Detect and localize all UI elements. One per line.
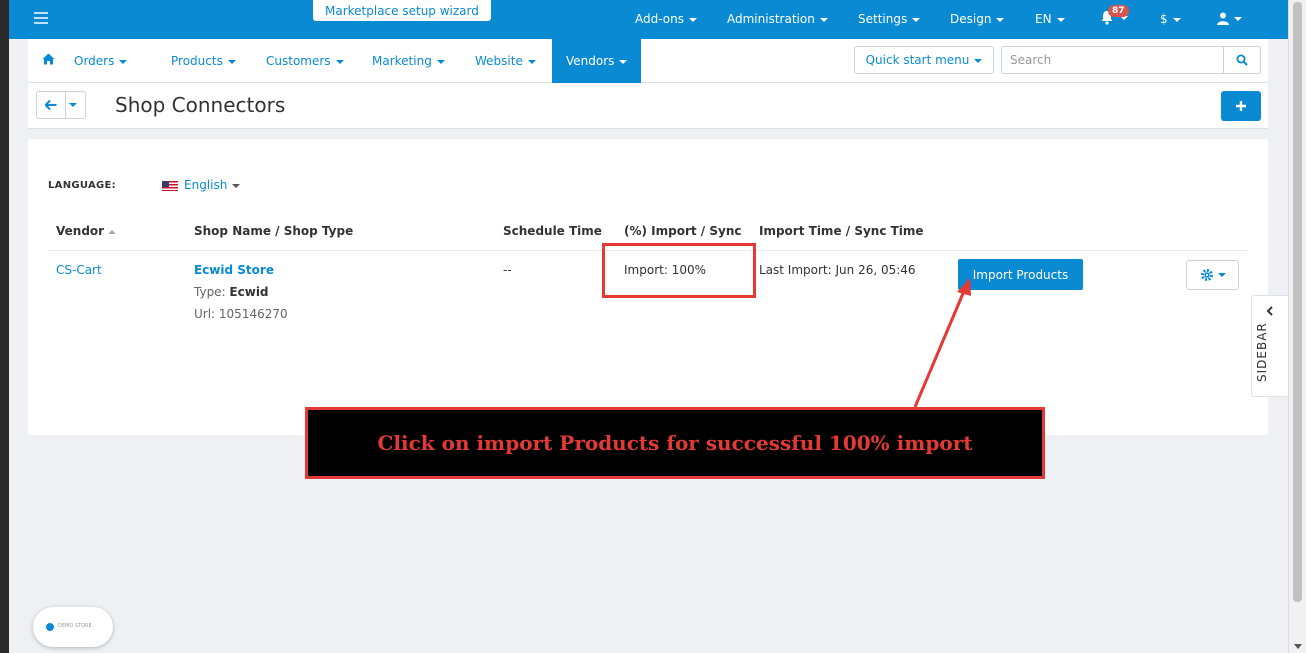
addons-label: Add-ons (635, 12, 684, 26)
language-value: English (184, 178, 228, 192)
vendor-header-label: Vendor (56, 224, 105, 238)
shop-url: Url: 105146270 (194, 307, 288, 321)
currency-menu[interactable]: $ (1160, 12, 1181, 26)
home-link[interactable] (42, 53, 55, 68)
add-button[interactable] (1221, 91, 1261, 121)
website-label: Website (475, 54, 523, 68)
back-button-group[interactable] (36, 91, 86, 119)
column-header-import-sync: (%) Import / Sync (624, 224, 742, 238)
chevron-down-icon (335, 59, 344, 64)
nav-website[interactable]: Website (475, 54, 536, 68)
plus-icon (1236, 101, 1246, 111)
shop-name-link[interactable]: Ecwid Store (194, 263, 274, 277)
chevron-down-icon (1234, 16, 1242, 21)
sort-asc-icon (108, 229, 117, 234)
highlight-box (602, 243, 756, 298)
page-title: Shop Connectors (115, 93, 286, 117)
chevron-down-icon (1056, 17, 1065, 22)
chevron-left-icon (1266, 306, 1273, 316)
import-products-button[interactable]: Import Products (958, 259, 1083, 290)
notification-count-badge: 87 (1108, 5, 1129, 17)
design-label: Design (950, 12, 992, 26)
orders-label: Orders (74, 54, 115, 68)
search-input[interactable] (1001, 46, 1223, 74)
currency-label: $ (1160, 12, 1168, 26)
language-menu[interactable]: EN (1035, 12, 1065, 26)
menu-icon[interactable] (34, 12, 48, 26)
quick-start-menu-button[interactable]: Quick start menu (854, 46, 994, 74)
language-code: EN (1035, 12, 1052, 26)
left-edge (0, 0, 9, 653)
sidebar-label: SIDEBAR (1255, 322, 1269, 382)
design-menu[interactable]: Design (950, 12, 1005, 26)
nav-marketing[interactable]: Marketing (372, 54, 445, 68)
search-button[interactable] (1223, 46, 1261, 74)
chevron-down-icon (1218, 273, 1226, 277)
customers-label: Customers (266, 54, 331, 68)
addons-menu[interactable]: Add-ons (635, 12, 697, 26)
main-nav: Orders Products Customers Marketing Webs… (28, 39, 1268, 83)
column-header-time: Import Time / Sync Time (759, 224, 924, 238)
column-header-schedule: Schedule Time (503, 224, 602, 238)
language-label: LANGUAGE: (48, 180, 116, 191)
instruction-callout: Click on import Products for successful … (305, 407, 1045, 479)
demo-store-label: DEMO STORE (58, 623, 92, 629)
search-icon (1236, 54, 1248, 66)
row-actions-button[interactable] (1186, 260, 1239, 290)
marketplace-wizard-button[interactable]: Marketplace setup wizard (312, 0, 492, 22)
vendor-link[interactable]: CS-Cart (56, 263, 102, 277)
settings-label: Settings (858, 12, 908, 26)
user-icon (1217, 12, 1229, 25)
last-import-time: Last Import: Jun 26, 05:46 (759, 263, 916, 277)
nav-orders[interactable]: Orders (74, 54, 128, 68)
type-value: Ecwid (229, 285, 269, 299)
chevron-down-icon (227, 59, 236, 64)
demo-store-badge[interactable]: DEMO STORE (33, 607, 113, 647)
home-icon (42, 53, 55, 65)
marketing-label: Marketing (372, 54, 432, 68)
chevron-down-icon (436, 59, 445, 64)
admin-app: Marketplace setup wizard Add-ons Adminis… (9, 0, 1288, 653)
gear-icon (1201, 269, 1213, 281)
chevron-down-icon (232, 183, 241, 188)
column-header-shop: Shop Name / Shop Type (194, 224, 354, 238)
nav-vendors[interactable]: Vendors (552, 39, 642, 83)
column-header-vendor[interactable]: Vendor (56, 224, 117, 238)
sidebar-toggle[interactable]: SIDEBAR (1251, 295, 1288, 397)
top-bar: Marketplace setup wizard Add-ons Adminis… (9, 0, 1288, 39)
chevron-down-icon (527, 59, 536, 64)
settings-menu[interactable]: Settings (858, 12, 921, 26)
chevron-down-icon (912, 17, 921, 22)
chevron-down-icon (619, 59, 628, 64)
chevron-down-icon (974, 58, 983, 63)
shop-type: Type: Ecwid (194, 285, 269, 299)
us-flag-icon (162, 180, 178, 191)
page-header: Shop Connectors (28, 83, 1268, 129)
chevron-down-icon (688, 17, 697, 22)
nav-customers[interactable]: Customers (266, 54, 344, 68)
page-scrollbar[interactable] (1288, 0, 1306, 653)
arrow-left-icon[interactable] (45, 100, 57, 110)
administration-label: Administration (727, 12, 815, 26)
demo-logo-icon (46, 623, 54, 631)
chevron-down-icon (119, 59, 128, 64)
administration-menu[interactable]: Administration (727, 12, 828, 26)
divider (65, 92, 66, 118)
quick-start-label: Quick start menu (865, 53, 970, 67)
type-label: Type: (194, 285, 230, 299)
chevron-down-icon (819, 17, 828, 22)
scrollbar-thumb[interactable] (1293, 2, 1302, 602)
chevron-down-icon[interactable] (69, 103, 77, 107)
scroll-down-arrow-icon[interactable] (1294, 644, 1302, 649)
schedule-time: -- (503, 263, 512, 277)
nav-products[interactable]: Products (171, 54, 236, 68)
chevron-down-icon (996, 17, 1005, 22)
language-selector[interactable]: English (162, 178, 241, 192)
chevron-down-icon (1172, 17, 1181, 22)
vendors-label: Vendors (566, 54, 615, 68)
screen: Marketplace setup wizard Add-ons Adminis… (0, 0, 1306, 653)
user-menu[interactable] (1217, 11, 1242, 25)
products-label: Products (171, 54, 223, 68)
